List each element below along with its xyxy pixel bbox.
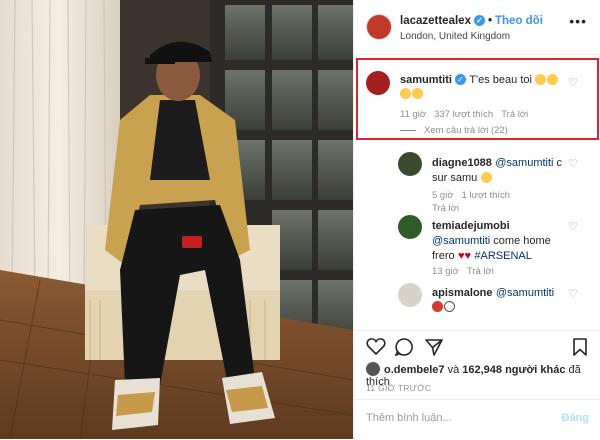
more-icon[interactable]: ••• bbox=[569, 13, 587, 29]
instagram-post-view: lacazettealex ✓ • Theo dõi London, United K… bbox=[0, 0, 600, 439]
likes-count[interactable]: 162,948 người khác bbox=[462, 364, 565, 376]
likes-connector: và bbox=[444, 364, 463, 376]
separator-dot: • bbox=[487, 15, 492, 27]
author-username[interactable]: lacazettealex bbox=[400, 15, 471, 27]
post-header: lacazettealex ✓ • Theo dõi London, United K… bbox=[354, 0, 600, 55]
highlight-box bbox=[356, 58, 599, 140]
author-avatar[interactable] bbox=[366, 14, 392, 40]
heart-eyes-emoji-icon bbox=[480, 172, 492, 183]
post-photo[interactable] bbox=[0, 0, 353, 439]
post-location[interactable]: London, United Kingdom bbox=[400, 31, 510, 42]
comment-time[interactable]: 13 giờ bbox=[432, 266, 459, 277]
heart-icon[interactable]: ♡ bbox=[568, 287, 578, 300]
comment-avatar[interactable] bbox=[398, 152, 422, 176]
comment-mention[interactable]: @samumtiti bbox=[432, 235, 490, 247]
comment-emoji-line bbox=[432, 299, 456, 313]
heart-icon[interactable]: ♡ bbox=[568, 157, 578, 170]
comment-meta: Trả lời bbox=[432, 203, 467, 214]
comment-mention[interactable]: @samumtiti bbox=[496, 287, 554, 299]
comment-icon[interactable] bbox=[394, 337, 414, 357]
comment-body: diagne1088 @samumtiti c sur samu bbox=[432, 155, 567, 185]
post-comment-button[interactable]: Đăng bbox=[562, 412, 590, 424]
comment-username[interactable]: temiadejumobi bbox=[432, 220, 510, 232]
comment-body: apismalone @samumtiti bbox=[432, 285, 554, 299]
reply-button[interactable]: Trả lời bbox=[467, 266, 494, 277]
red-heart-emoji-icon: ♥ bbox=[464, 250, 472, 262]
comment-avatar[interactable] bbox=[398, 215, 422, 239]
liker-avatar[interactable] bbox=[366, 362, 380, 376]
author-line: lacazettealex ✓ • Theo dõi bbox=[400, 15, 543, 27]
white-circle-emoji-icon bbox=[444, 301, 455, 312]
liker-username[interactable]: o.dembele7 bbox=[384, 364, 445, 376]
comment-meta: 13 giờ Trả lời bbox=[432, 266, 502, 277]
comment-avatar[interactable] bbox=[398, 283, 422, 307]
comment-meta: 5 giờ 1 lượt thích bbox=[432, 190, 518, 201]
share-icon[interactable] bbox=[424, 337, 444, 357]
heart-icon[interactable] bbox=[366, 337, 386, 355]
post-actions bbox=[354, 330, 600, 361]
comment-body: temiadejumobi @samumtiti come home frero… bbox=[432, 218, 567, 263]
post-timestamp[interactable]: 11 GIỜ TRƯỚC bbox=[366, 383, 431, 393]
comment-input[interactable] bbox=[364, 411, 548, 425]
comment-username[interactable]: apismalone bbox=[432, 287, 493, 299]
red-circle-emoji-icon bbox=[432, 301, 443, 312]
comment-likes[interactable]: 1 lượt thích bbox=[462, 190, 511, 201]
follow-button[interactable]: Theo dõi bbox=[495, 15, 543, 27]
verified-icon: ✓ bbox=[473, 15, 485, 27]
comment-time[interactable]: 5 giờ bbox=[432, 190, 454, 201]
heart-icon[interactable]: ♡ bbox=[568, 220, 578, 233]
comment-username[interactable]: diagne1088 bbox=[432, 157, 492, 169]
comment-mention[interactable]: @samumtiti bbox=[495, 157, 553, 169]
bookmark-icon[interactable] bbox=[572, 337, 588, 357]
add-comment-bar: Đăng bbox=[354, 399, 600, 440]
post-photo-image bbox=[0, 0, 353, 439]
comment-hashtag[interactable]: #ARSENAL bbox=[474, 250, 531, 262]
reply-button[interactable]: Trả lời bbox=[432, 203, 459, 214]
